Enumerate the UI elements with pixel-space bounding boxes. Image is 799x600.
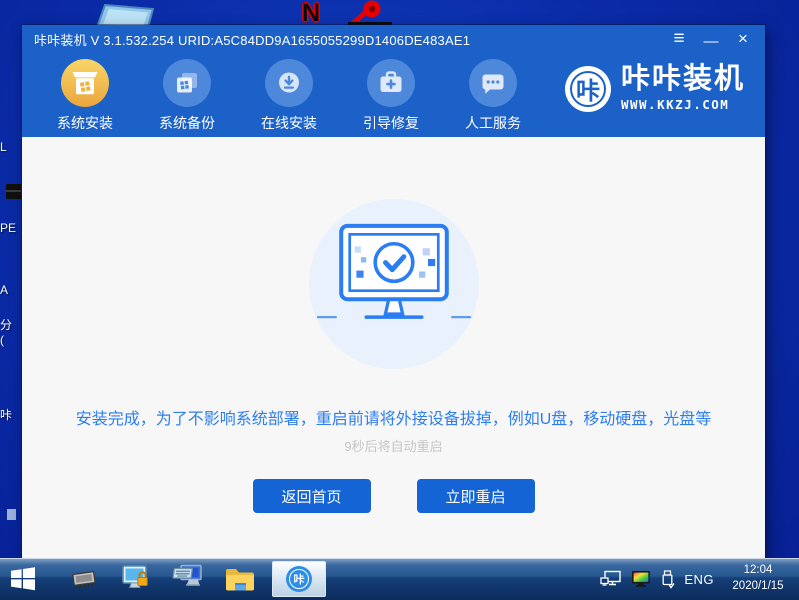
kaka-logo[interactable]: 咔 咔咔装机 WWW.KKZJ.COM bbox=[565, 65, 745, 112]
taskbar: 咔 bbox=[0, 558, 799, 600]
close-button[interactable]: × bbox=[731, 29, 755, 49]
cpu-chip-icon bbox=[69, 565, 99, 593]
nav-label: 系统安装 bbox=[57, 113, 113, 133]
kaka-taskbar-icon: 咔 bbox=[286, 566, 312, 592]
folder-icon bbox=[224, 565, 256, 593]
logo-text: 咔咔装机 WWW.KKZJ.COM bbox=[621, 65, 745, 112]
window-controls: ≡ — × bbox=[667, 29, 755, 49]
main-content: 安装完成，为了不影响系统部署，重启前请将外接设备拔掉，例如U盘，移动硬盘，光盘等… bbox=[22, 137, 765, 558]
nav-label: 在线安装 bbox=[261, 113, 317, 133]
download-icon bbox=[265, 59, 313, 107]
monitor-check-icon bbox=[309, 209, 479, 359]
desktop-label-sliver: ( bbox=[0, 333, 21, 347]
taskbar-screen-lock-app[interactable] bbox=[116, 558, 156, 600]
desktop-label-fragment bbox=[7, 509, 16, 520]
n-letter: N bbox=[302, 0, 320, 26]
taskbar-explorer-app[interactable] bbox=[220, 558, 260, 600]
nav-label: 人工服务 bbox=[465, 113, 521, 133]
nav-label: 系统备份 bbox=[159, 113, 215, 133]
nav-item-system-backup[interactable]: 系统备份 bbox=[148, 59, 226, 133]
monitor-lock-icon bbox=[120, 564, 152, 594]
desktop-label-sliver: L bbox=[0, 140, 21, 154]
display-color-tray-icon[interactable] bbox=[631, 570, 651, 588]
install-box-icon bbox=[61, 59, 109, 107]
window-title: 咔咔装机 V 3.1.532.254 URID:A5C84DD9A1655055… bbox=[34, 30, 470, 49]
desktop-label-sliver: 分 bbox=[0, 316, 21, 333]
desktop-icon-sliver bbox=[6, 184, 21, 199]
system-tray: ENG 12:04 2020/1/15 bbox=[600, 563, 799, 594]
logo-url: WWW.KKZJ.COM bbox=[621, 97, 745, 112]
usb-tray-icon[interactable] bbox=[660, 570, 675, 589]
desktop-n-key-icon[interactable]: N bbox=[302, 0, 402, 28]
nav-item-online-install[interactable]: 在线安装 bbox=[250, 59, 328, 133]
nav-label: 引导修复 bbox=[363, 113, 419, 133]
kaka-installer-window: 咔咔装机 V 3.1.532.254 URID:A5C84DD9A1655055… bbox=[22, 25, 765, 558]
nav-item-system-install[interactable]: 系统安装 bbox=[46, 59, 124, 133]
taskbar-osk-app[interactable] bbox=[168, 558, 208, 600]
logo-name: 咔咔装机 bbox=[621, 65, 745, 94]
restart-now-button[interactable]: 立即重启 bbox=[417, 479, 535, 513]
action-buttons: 返回首页 立即重启 bbox=[253, 479, 535, 513]
clock-date: 2020/1/15 bbox=[723, 579, 793, 595]
language-indicator[interactable]: ENG bbox=[684, 572, 714, 587]
auto-restart-countdown: 9秒后将自动重启 bbox=[344, 436, 442, 455]
titlebar[interactable]: 咔咔装机 V 3.1.532.254 URID:A5C84DD9A1655055… bbox=[22, 25, 765, 53]
windows-flag-icon bbox=[10, 566, 36, 592]
nav-item-human-service[interactable]: 人工服务 bbox=[454, 59, 532, 133]
nav-item-boot-repair[interactable]: 引导修复 bbox=[352, 59, 430, 133]
toolbox-plus-icon bbox=[367, 59, 415, 107]
keyboard-monitor-icon bbox=[172, 564, 204, 594]
backup-windows-icon bbox=[163, 59, 211, 107]
completion-message: 安装完成，为了不影响系统部署，重启前请将外接设备拔掉，例如U盘，移动硬盘，光盘等 bbox=[76, 405, 712, 429]
back-home-button[interactable]: 返回首页 bbox=[253, 479, 371, 513]
desktop-label-sliver: PE bbox=[0, 221, 21, 235]
success-illustration bbox=[309, 199, 479, 369]
minimize-button[interactable]: — bbox=[699, 29, 723, 49]
nav-bar: 系统安装 系统备份 bbox=[22, 53, 765, 137]
desktop-label-sliver: A bbox=[0, 283, 21, 297]
taskbar-clock[interactable]: 12:04 2020/1/15 bbox=[723, 563, 793, 594]
kaka-logo-icon: 咔 bbox=[565, 66, 611, 112]
taskbar-kaka-app-active[interactable]: 咔 bbox=[272, 561, 326, 597]
start-button[interactable] bbox=[0, 558, 46, 600]
menu-button[interactable]: ≡ bbox=[667, 29, 691, 49]
network-tray-icon[interactable] bbox=[600, 570, 622, 588]
clock-time: 12:04 bbox=[723, 563, 793, 579]
chat-bubble-icon bbox=[469, 59, 517, 107]
screen: N L PE A 分 ( 咔 咔咔装机 V 3.1.532.254 URID:A… bbox=[0, 0, 799, 600]
desktop-label-sliver: 咔 bbox=[0, 406, 21, 423]
taskbar-chip-app[interactable] bbox=[64, 558, 104, 600]
